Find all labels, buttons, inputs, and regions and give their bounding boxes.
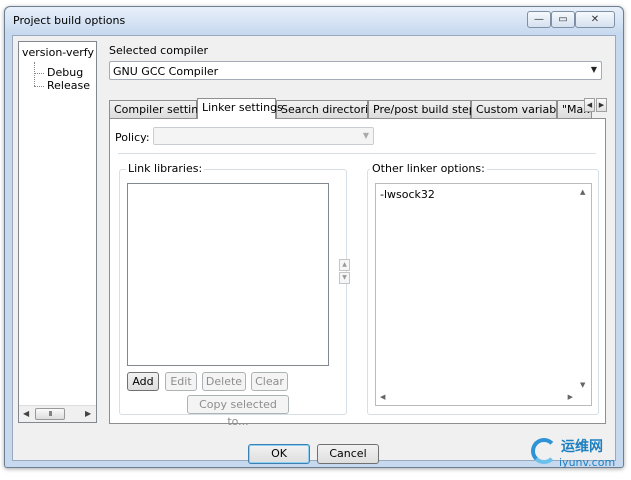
scroll-up-icon[interactable]: ▲ — [580, 188, 585, 196]
link-libraries-label: Link libraries: — [126, 162, 205, 175]
move-up-button[interactable]: ▲ — [339, 259, 350, 271]
delete-button[interactable]: Delete — [202, 372, 246, 391]
maximize-icon: ▭ — [558, 14, 568, 25]
textarea-horizontal-scrollbar[interactable]: ◀ ▶ — [376, 391, 577, 405]
watermark-url-text: iyunv.com — [559, 456, 616, 469]
selected-compiler-label: Selected compiler — [109, 44, 209, 57]
tab-scroll-right-button[interactable]: ▶ — [596, 98, 607, 112]
ok-button[interactable]: OK — [248, 444, 310, 464]
minimize-button[interactable]: — — [527, 11, 551, 28]
divider — [118, 153, 596, 154]
cancel-button[interactable]: Cancel — [317, 444, 379, 464]
scroll-down-icon[interactable]: ▼ — [580, 381, 585, 389]
other-linker-options-text: -lwsock32 — [380, 188, 435, 201]
link-libraries-list[interactable] — [127, 183, 329, 366]
policy-label: Policy: — [115, 131, 150, 144]
link-libraries-group: Link libraries: Add Edit Delete Clear Co… — [119, 162, 347, 428]
window-title: Project build options — [13, 14, 126, 27]
chevron-right-icon: ▶ — [598, 101, 605, 109]
tree-connector — [34, 62, 35, 86]
dialog-client-area: version-verfy Debug Release ◀ III ▶ Sele… — [12, 35, 616, 464]
tree-item-debug[interactable]: Debug — [47, 66, 83, 79]
compiler-select[interactable]: GNU GCC Compiler ▼ — [109, 61, 602, 80]
tree-horizontal-scrollbar[interactable]: ◀ III ▶ — [19, 405, 96, 422]
tab-search-directories[interactable]: Search directories — [276, 100, 381, 118]
tab-pre-post-build-steps[interactable]: Pre/post build steps — [368, 100, 482, 118]
tab-scroll-left-button[interactable]: ◀ — [584, 98, 595, 112]
title-bar[interactable]: Project build options — ▭ ✕ — [5, 7, 623, 33]
clear-button[interactable]: Clear — [251, 372, 288, 391]
scroll-left-icon[interactable]: ◀ — [23, 409, 29, 418]
linker-settings-panel: Policy: ▼ Link libraries: Add Edit Delet… — [109, 118, 606, 428]
scroll-right-icon[interactable]: ▶ — [568, 393, 573, 401]
chevron-left-icon: ◀ — [586, 101, 593, 109]
watermark-logo: 运维网 iyunv.com — [525, 434, 625, 474]
compiler-select-value: GNU GCC Compiler — [113, 65, 219, 78]
tree-connector — [34, 86, 44, 87]
other-linker-options-textarea[interactable]: -lwsock32 ▲ ▼ ◀ ▶ — [375, 183, 592, 406]
close-button[interactable]: ✕ — [575, 11, 615, 28]
scroll-left-icon[interactable]: ◀ — [380, 393, 385, 401]
close-icon: ✕ — [590, 14, 600, 25]
other-linker-options-group: Other linker options: -lwsock32 ▲ ▼ ◀ ▶ — [367, 162, 599, 415]
tab-linker-settings[interactable]: Linker settings — [197, 98, 283, 119]
tab-custom-variables[interactable]: Custom variables — [471, 100, 572, 118]
tree-item-release[interactable]: Release — [47, 79, 90, 92]
tree-connector — [34, 73, 44, 74]
other-linker-options-label: Other linker options: — [370, 162, 487, 175]
copy-selected-to-button[interactable]: Copy selected to... — [187, 395, 289, 428]
add-button[interactable]: Add — [127, 372, 159, 391]
textarea-vertical-scrollbar[interactable]: ▲ ▼ — [577, 184, 591, 391]
move-down-button[interactable]: ▼ — [339, 272, 350, 284]
project-build-options-window: Project build options — ▭ ✕ version-verf… — [4, 6, 624, 468]
scroll-right-icon[interactable]: ▶ — [85, 409, 91, 418]
policy-select[interactable]: ▼ — [153, 127, 374, 145]
tab-compiler-settings[interactable]: Compiler settings — [109, 100, 211, 118]
edit-button[interactable]: Edit — [165, 372, 197, 391]
tree-item-root[interactable]: version-verfy — [22, 46, 94, 59]
settings-tabs: Compiler settings Linker settings Search… — [109, 98, 609, 120]
watermark-cn-text: 运维网 — [561, 439, 603, 455]
scroll-thumb[interactable]: III — [35, 408, 65, 420]
chevron-down-icon: ▼ — [342, 274, 347, 281]
minimize-icon: — — [534, 14, 544, 25]
chevron-down-icon: ▼ — [590, 65, 597, 74]
target-tree[interactable]: version-verfy Debug Release ◀ III ▶ — [18, 41, 97, 423]
logo-swirl-icon — [531, 438, 557, 464]
maximize-button[interactable]: ▭ — [551, 11, 575, 28]
chevron-down-icon: ▼ — [362, 131, 369, 140]
chevron-up-icon: ▲ — [342, 261, 347, 268]
